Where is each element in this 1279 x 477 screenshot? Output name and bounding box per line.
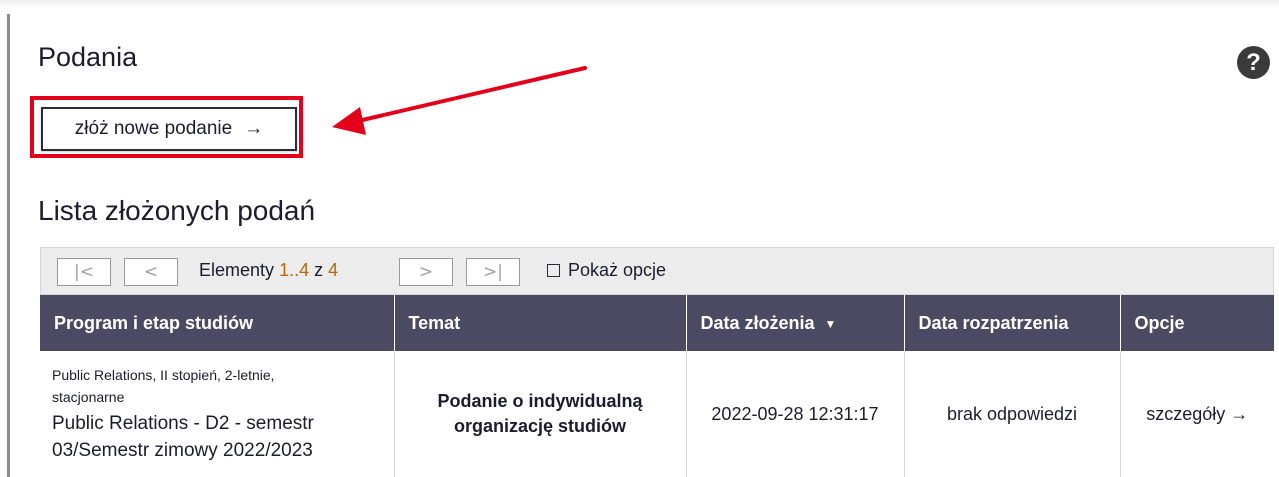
program-stage: Public Relations - D2 - semestr 03/Semes… (52, 413, 314, 461)
checkbox-unchecked-icon[interactable] (547, 264, 560, 277)
new-application-label: złóż nowe podanie (74, 118, 233, 139)
list-title: Lista złożonych podań (38, 195, 316, 226)
column-header-program: Program i etap studiów (40, 295, 395, 351)
column-header-options: Opcje (1120, 295, 1274, 351)
page-title: Podania (38, 42, 138, 72)
elements-label: Elementy (199, 260, 275, 280)
cell-program: Public Relations, II stopień, 2-letnie, … (40, 351, 395, 477)
applications-table: Program i etap studiów Temat Data złożen… (40, 295, 1274, 477)
help-icon[interactable]: ? (1237, 46, 1270, 79)
prev-page-button[interactable]: < (124, 258, 178, 286)
arrow-right-icon: → (1230, 403, 1249, 424)
new-application-button[interactable]: złóż nowe podanie → (41, 107, 297, 151)
cell-submitted: 2022-09-28 12:31:17 (686, 351, 905, 477)
column-header-subject: Temat (394, 295, 687, 351)
cell-reviewed: brak odpowiedzi (904, 351, 1121, 477)
red-arrow-icon (332, 66, 587, 135)
details-label: szczegóły (1146, 403, 1226, 424)
submitted-header-label: Data złożenia (700, 312, 815, 333)
next-page-button[interactable]: > (399, 258, 453, 286)
sort-desc-icon[interactable]: ▼ (825, 317, 837, 331)
program-name: Public Relations, II stopień, 2-letnie, (52, 367, 275, 383)
arrow-right-icon: → (244, 118, 264, 139)
table-row: Public Relations, II stopień, 2-letnie, … (40, 351, 1274, 477)
cell-options: szczegóły → (1120, 351, 1274, 477)
column-header-submitted[interactable]: Data złożenia ▼ (686, 295, 905, 351)
left-border (7, 14, 10, 477)
details-link[interactable]: szczegóły → (1146, 404, 1248, 424)
cell-subject: Podanie o indywidualną organizację studi… (394, 351, 687, 477)
column-header-reviewed: Data rozpatrzenia (904, 295, 1121, 351)
pager-elements: Elementy 1..4 z 4 (199, 260, 338, 281)
elements-total: 4 (328, 260, 339, 280)
pager-bar: |< < Elementy 1..4 z 4 > >| Pokaż opcje (40, 247, 1274, 295)
elements-range: 1..4 (279, 260, 310, 280)
program-mode: stacjonarne (52, 389, 125, 405)
show-options-label: Pokaż opcje (568, 260, 667, 280)
show-options-toggle[interactable]: Pokaż opcje (547, 260, 666, 281)
first-page-button[interactable]: |< (57, 258, 111, 286)
table-header-row: Program i etap studiów Temat Data złożen… (40, 295, 1274, 351)
top-shadow (0, 0, 1279, 8)
of-label: z (314, 260, 324, 280)
last-page-button[interactable]: >| (466, 258, 520, 286)
